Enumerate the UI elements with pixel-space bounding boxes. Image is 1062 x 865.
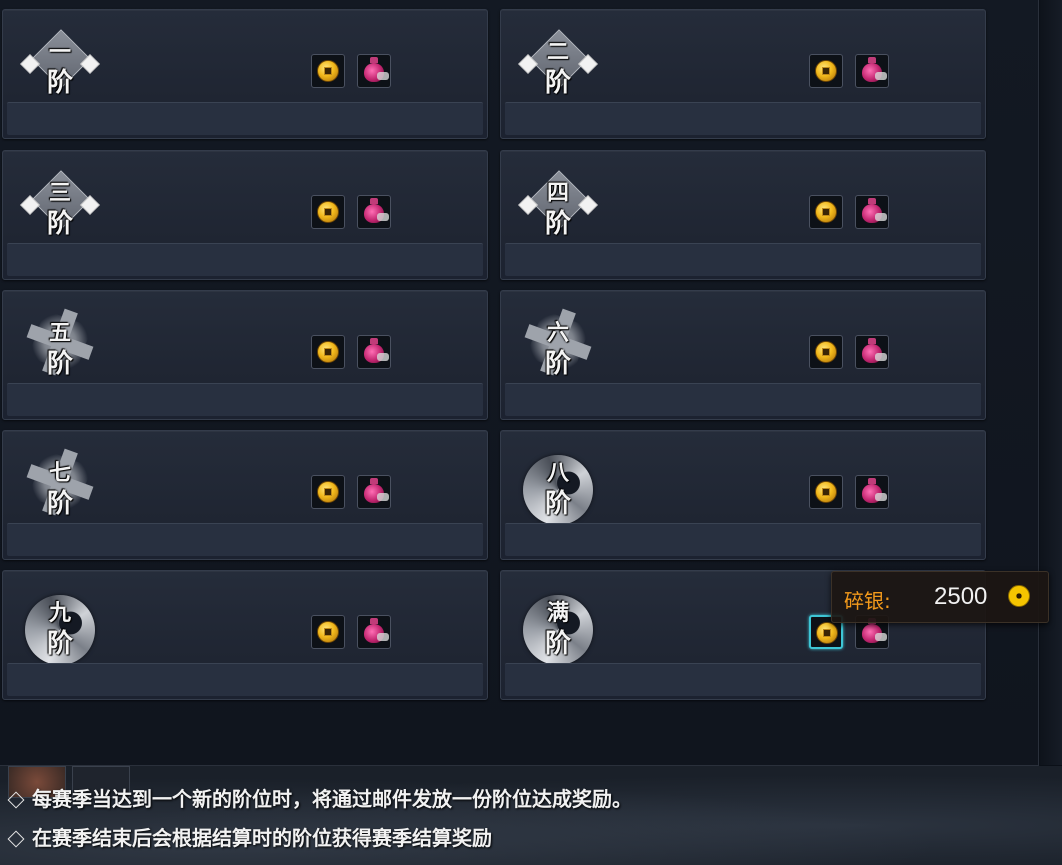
reward-slot-coin[interactable] [809,195,843,229]
reward-slot-pouch[interactable] [357,54,391,88]
pouch-icon [862,618,887,643]
rank-badge-8: 八 阶 [515,449,601,529]
tooltip-value: 2500 [934,583,988,610]
coin-icon [816,622,838,644]
note-text: 每赛季当达到一个新的阶位时，将通过邮件发放一份阶位达成奖励。 [32,787,632,811]
coin-icon [1008,585,1030,607]
rank-suffix: 阶 [544,629,571,659]
diamond-bullet-icon [7,791,25,808]
tooltip-label: 碎银: [844,589,891,613]
card-footer [7,383,483,416]
reward-slot-pouch[interactable] [357,475,391,509]
rank-suffix: 阶 [46,68,73,98]
reward-slot-coin[interactable] [311,615,345,649]
rank-suffix: 阶 [544,489,571,519]
reward-slot-coin[interactable] [809,335,843,369]
note-line-1: 每赛季当达到一个新的阶位时，将通过邮件发放一份阶位达成奖励。 [7,783,632,812]
coin-icon [815,341,837,363]
rank-card-4: 四 阶 [500,150,986,280]
rank-card-2: 二 阶 [500,9,986,139]
rank-badge-7: 七 阶 [17,449,103,529]
rank-suffix: 阶 [544,68,571,98]
pouch-icon [862,478,887,503]
card-footer [505,383,981,416]
rank-suffix: 阶 [46,349,73,379]
coin-icon [815,481,837,503]
coin-icon [317,201,339,223]
coin-icon [815,60,837,82]
pouch-icon [364,198,389,223]
rank-badge-9: 九 阶 [17,589,103,669]
rank-suffix: 阶 [544,349,571,379]
rank-suffix: 阶 [544,209,571,239]
rank-badge-10: 满 阶 [515,589,601,669]
coin-icon [317,341,339,363]
reward-slot-pouch[interactable] [357,335,391,369]
reward-slot-coin[interactable] [311,195,345,229]
card-footer [7,523,483,556]
reward-slot-coin[interactable] [809,54,843,88]
rank-card-1: 一 阶 [2,9,488,139]
rank-suffix: 阶 [46,629,73,659]
rank-badge-2: 二 阶 [515,28,601,108]
rank-card-7: 七 阶 [2,430,488,560]
reward-slot-coin[interactable] [311,475,345,509]
card-footer [7,102,483,135]
note-line-2: 在赛季结束后会根据结算时的阶位获得赛季结算奖励 [7,822,492,851]
reward-slot-coin[interactable] [809,475,843,509]
pouch-icon [364,338,389,363]
reward-tooltip: 碎银: 2500 [831,571,1049,623]
reward-slot-coin[interactable] [311,335,345,369]
pouch-icon [862,57,887,82]
diamond-bullet-icon [7,830,25,847]
pouch-icon [364,478,389,503]
reward-slot-pouch[interactable] [855,54,889,88]
rank-badge-4: 四 阶 [515,169,601,249]
pouch-icon [862,338,887,363]
rank-card-9: 九 阶 [2,570,488,700]
reward-slot-pouch[interactable] [855,335,889,369]
card-footer [7,243,483,276]
coin-icon [317,481,339,503]
note-text: 在赛季结束后会根据结算时的阶位获得赛季结算奖励 [32,826,492,850]
card-footer [505,102,981,135]
rank-badge-3: 三 阶 [17,169,103,249]
card-footer [505,663,981,696]
panel-edge [1040,0,1062,765]
card-footer [7,663,483,696]
coin-icon [815,201,837,223]
rank-suffix: 阶 [46,209,73,239]
pouch-icon [364,57,389,82]
rank-badge-5: 五 阶 [17,309,103,389]
coin-icon [317,621,339,643]
rank-badge-6: 六 阶 [515,309,601,389]
reward-slot-pouch[interactable] [357,195,391,229]
reward-slot-pouch[interactable] [357,615,391,649]
reward-slot-coin[interactable] [311,54,345,88]
pouch-icon [364,618,389,643]
rank-card-8: 八 阶 [500,430,986,560]
card-footer [505,523,981,556]
rank-card-3: 三 阶 [2,150,488,280]
pouch-icon [862,198,887,223]
card-footer [505,243,981,276]
reward-slot-pouch[interactable] [855,195,889,229]
rank-suffix: 阶 [46,489,73,519]
coin-icon [317,60,339,82]
rank-card-5: 五 阶 [2,290,488,420]
reward-slot-pouch[interactable] [855,475,889,509]
rank-badge-1: 一 阶 [17,28,103,108]
rank-card-6: 六 阶 [500,290,986,420]
